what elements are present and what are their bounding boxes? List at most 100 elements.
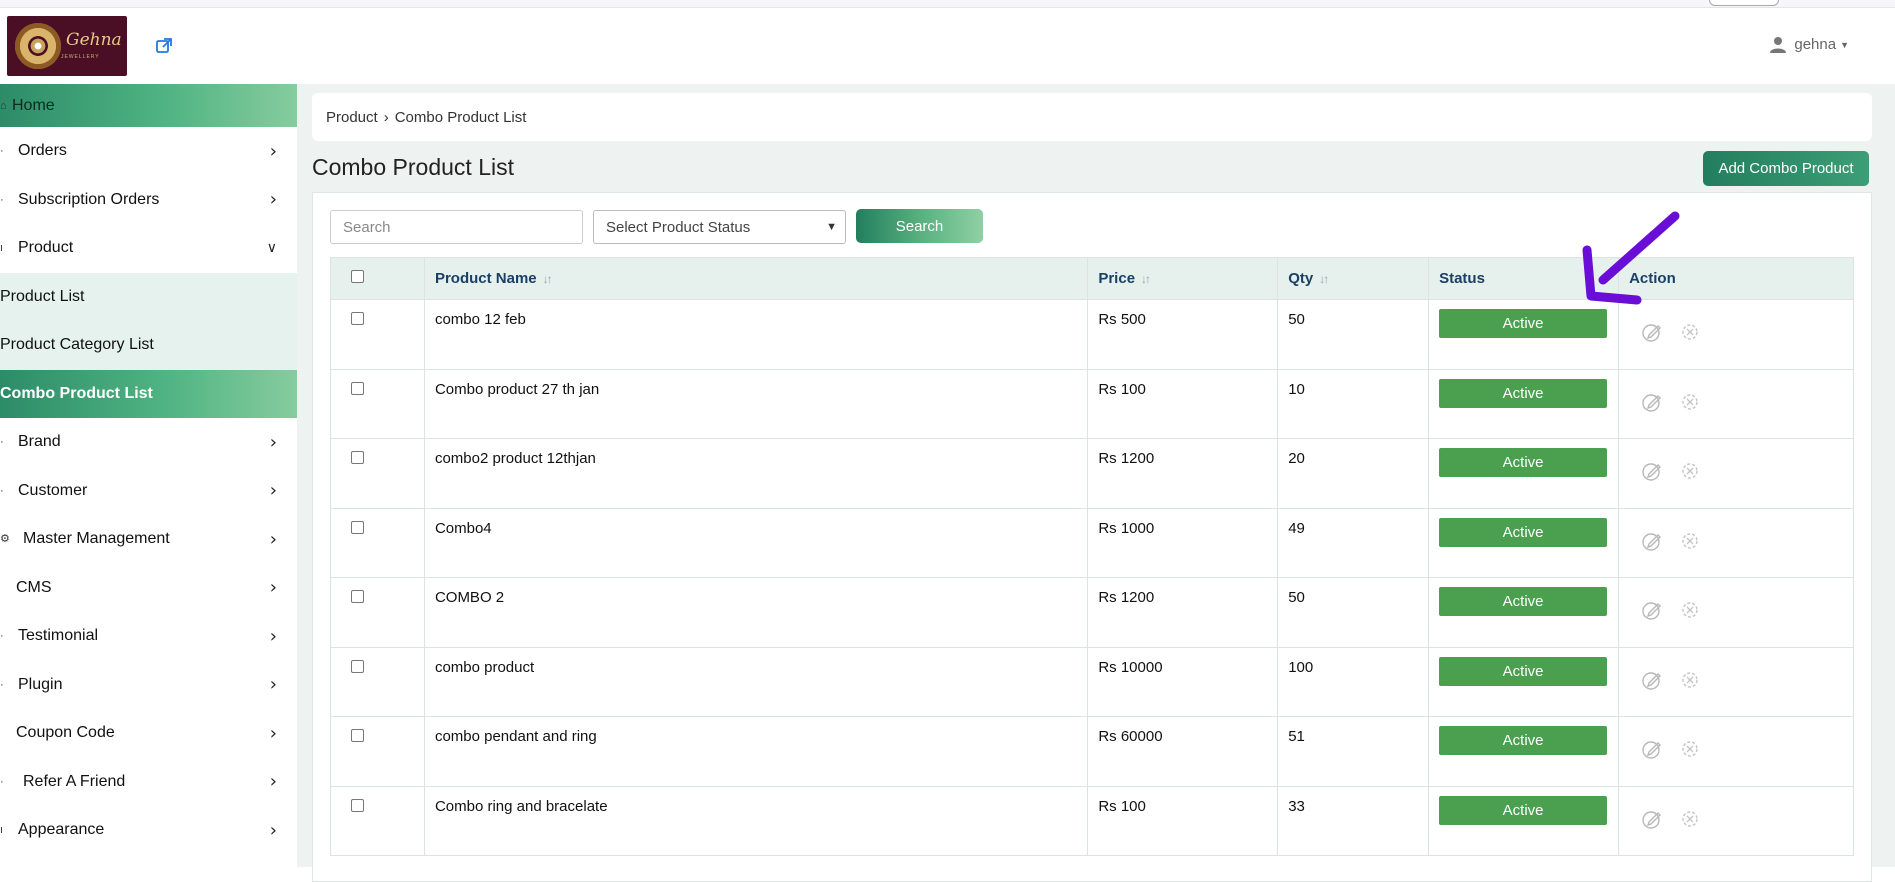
status-select-value: Select Product Status — [606, 218, 751, 236]
status-badge[interactable]: Active — [1439, 378, 1608, 408]
status-badge[interactable]: Active — [1439, 448, 1608, 477]
product-name-cell: COMBO 2 — [423, 577, 1089, 648]
sidebar-item-label: Brand — [18, 433, 61, 451]
sidebar-item-label: Subscription Orders — [18, 190, 160, 208]
edit-icon[interactable] — [1641, 599, 1663, 621]
qty-cell: 51 — [1277, 716, 1430, 787]
edit-icon[interactable] — [1641, 321, 1663, 343]
qty-cell: 33 — [1277, 785, 1430, 856]
edit-icon[interactable] — [1641, 391, 1663, 413]
brand-logo[interactable]: Gehna JEWELLERY — [7, 16, 127, 76]
sidebar-item-plugin[interactable]: · Plugin › — [0, 661, 297, 710]
sidebar-item-brand[interactable]: · Brand › — [0, 418, 297, 467]
sidebar-item-orders[interactable]: · Orders › — [0, 127, 297, 176]
product-name-cell: combo2 product 12thjan — [423, 438, 1089, 509]
row-select-cell — [330, 368, 425, 439]
sidebar: ⌂ Home · Orders › · Subscription Orders … — [0, 84, 297, 867]
row-checkbox[interactable] — [351, 312, 364, 325]
sort-icon[interactable]: ↓↑ — [543, 272, 553, 286]
status-badge[interactable]: Active — [1439, 309, 1608, 338]
chevron-right-icon: › — [269, 431, 277, 453]
column-qty[interactable]: Qty ↓↑ — [1277, 257, 1430, 300]
qty-cell: 20 — [1277, 438, 1430, 509]
edit-icon[interactable] — [1641, 460, 1663, 482]
delete-icon[interactable] — [1679, 669, 1701, 691]
row-actions — [1629, 599, 1843, 621]
breadcrumb: Product › Combo Product List — [312, 93, 1872, 141]
search-input[interactable] — [330, 210, 583, 244]
status-badge[interactable]: Active — [1439, 795, 1608, 825]
delete-icon[interactable] — [1679, 391, 1701, 413]
product-name-cell: combo pendant and ring — [423, 716, 1089, 787]
refer-icon: · — [0, 775, 4, 788]
edit-icon[interactable] — [1641, 808, 1663, 830]
main-content: Product › Combo Product List Combo Produ… — [297, 84, 1895, 882]
chevron-down-icon: ▼ — [1840, 39, 1849, 50]
sidebar-item-cms[interactable]: CMS › — [0, 564, 297, 613]
row-checkbox[interactable] — [351, 520, 364, 534]
delete-icon[interactable] — [1679, 460, 1701, 482]
table-row: Combo4 Rs 1000 49 Active — [330, 507, 1854, 578]
add-combo-product-button[interactable]: Add Combo Product — [1703, 151, 1869, 186]
user-icon — [1770, 37, 1787, 53]
chevron-right-icon: › — [269, 674, 277, 696]
status-badge[interactable]: Active — [1439, 517, 1608, 547]
sort-icon[interactable]: ↓↑ — [1141, 272, 1151, 286]
sidebar-item-customer[interactable]: · Customer › — [0, 467, 297, 516]
action-cell — [1618, 577, 1854, 648]
sidebar-item-product-list[interactable]: Product List — [0, 273, 297, 322]
price-cell: Rs 1000 — [1087, 507, 1279, 578]
row-checkbox[interactable] — [351, 798, 364, 812]
row-checkbox[interactable] — [351, 659, 364, 673]
search-button[interactable]: Search — [856, 209, 983, 243]
sidebar-item-appearance[interactable]: ı Appearance › — [0, 806, 297, 855]
select-all-checkbox[interactable] — [351, 270, 364, 283]
price-cell: Rs 1200 — [1087, 577, 1279, 648]
sidebar-item-master-management[interactable]: ⚙ Master Management › — [0, 515, 297, 564]
sidebar-item-refer-a-friend[interactable]: · Refer A Friend › — [0, 758, 297, 807]
row-checkbox[interactable] — [351, 729, 364, 742]
row-actions — [1629, 669, 1843, 691]
delete-icon[interactable] — [1679, 321, 1701, 343]
chevron-right-icon: › — [269, 625, 277, 647]
status-badge[interactable]: Active — [1439, 656, 1608, 686]
table-row: COMBO 2 Rs 1200 50 Active — [330, 577, 1854, 648]
sidebar-item-combo-product-list[interactable]: Combo Product List — [0, 369, 297, 418]
browser-top-strip — [0, 0, 1895, 8]
column-price[interactable]: Price ↓↑ — [1087, 257, 1279, 300]
delete-icon[interactable] — [1679, 808, 1701, 830]
status-badge[interactable]: Active — [1439, 587, 1608, 616]
price-cell: Rs 1200 — [1087, 438, 1279, 509]
chevron-right-icon: › — [269, 771, 277, 793]
action-cell — [1618, 438, 1854, 509]
delete-icon[interactable] — [1679, 599, 1701, 621]
edit-icon[interactable] — [1641, 738, 1663, 760]
sidebar-item-product-category-list[interactable]: Product Category List — [0, 321, 297, 370]
sort-icon[interactable]: ↓↑ — [1319, 272, 1329, 286]
sidebar-item-subscription-orders[interactable]: · Subscription Orders › — [0, 176, 297, 225]
delete-icon[interactable] — [1679, 530, 1701, 552]
row-checkbox[interactable] — [351, 451, 364, 464]
row-checkbox[interactable] — [351, 381, 364, 395]
chevron-down-icon: ∨ — [266, 240, 277, 257]
sidebar-item-label: Plugin — [18, 675, 63, 693]
status-badge[interactable]: Active — [1439, 726, 1608, 755]
row-select-cell — [330, 577, 425, 648]
product-status-select[interactable]: Select Product Status ▼ — [593, 210, 846, 244]
chevron-right-icon: › — [269, 189, 277, 211]
sidebar-item-testimonial[interactable]: · Testimonial › — [0, 612, 297, 661]
action-cell — [1618, 785, 1854, 856]
delete-icon[interactable] — [1679, 738, 1701, 760]
user-menu[interactable]: gehna ▼ — [1770, 36, 1849, 53]
row-checkbox[interactable] — [351, 590, 364, 603]
breadcrumb-parent[interactable]: Product — [326, 109, 378, 126]
edit-icon[interactable] — [1641, 669, 1663, 691]
sidebar-item-home[interactable]: ⌂ Home — [0, 84, 297, 127]
row-actions — [1629, 738, 1843, 760]
column-product-name[interactable]: Product Name ↓↑ — [423, 257, 1089, 300]
qty-cell: 50 — [1277, 577, 1430, 648]
edit-icon[interactable] — [1641, 530, 1663, 552]
sidebar-item-coupon-code[interactable]: Coupon Code › — [0, 709, 297, 758]
sidebar-item-product[interactable]: ı Product ∨ — [0, 224, 297, 273]
external-link-icon[interactable] — [155, 37, 173, 55]
